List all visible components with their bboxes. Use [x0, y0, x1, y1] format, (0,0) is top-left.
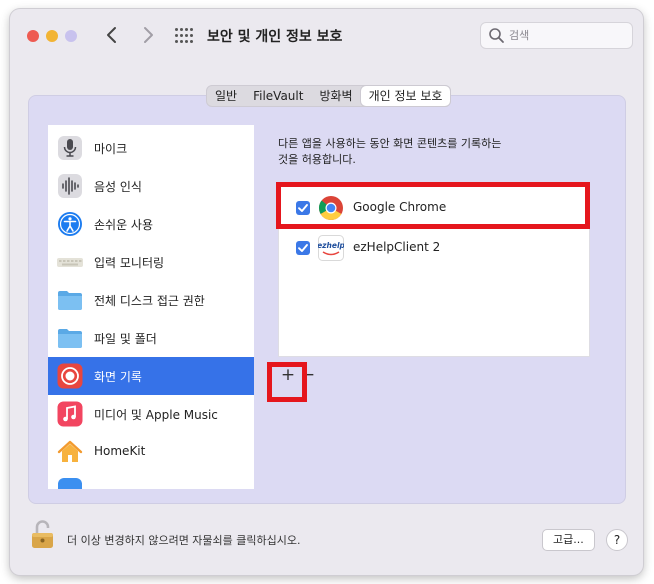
sidebar-item-label: HomeKit: [94, 444, 146, 458]
chevron-left-icon: [107, 27, 116, 43]
chrome-highlight-box: [276, 182, 590, 229]
sidebar-item-full-disk-access[interactable]: 전체 디스크 접근 권한: [48, 281, 254, 319]
unlocked-lock-icon[interactable]: [30, 518, 58, 550]
app-row-ezhelpclient[interactable]: ezhelp ezHelpClient 2: [279, 228, 589, 268]
lock-hint-text: 더 이상 변경하지 않으려면 자물쇠를 클릭하십시오.: [67, 534, 301, 547]
description-line: 것을 허용합니다.: [278, 153, 356, 166]
sidebar-item-label: 마이크: [94, 142, 128, 156]
sidebar-item-label: 손쉬운 사용: [94, 218, 154, 232]
search-icon: [489, 28, 504, 43]
advanced-button[interactable]: 고급...: [542, 529, 595, 551]
folder-icon: [58, 291, 82, 310]
accessibility-icon: [58, 212, 82, 236]
chevron-right-icon: [144, 27, 153, 43]
tab-privacy[interactable]: 개인 정보 보호: [360, 86, 451, 106]
zoom-window-button[interactable]: [65, 30, 77, 42]
tab-filevault[interactable]: FileVault: [245, 86, 311, 106]
sidebar-item-homekit[interactable]: HomeKit: [48, 433, 254, 471]
sidebar-item-files-and-folders[interactable]: 파일 및 폴더: [48, 319, 254, 357]
tab-bar: 일반 FileVault 방화벽 개인 정보 보호: [206, 85, 452, 107]
minimize-window-button[interactable]: [46, 30, 58, 42]
sidebar-item-accessibility[interactable]: 손쉬운 사용: [48, 205, 254, 243]
sidebar-item-partial[interactable]: [48, 471, 254, 489]
title-bar: 보안 및 개인 정보 보호: [10, 9, 643, 65]
ezhelpclient-checkbox[interactable]: [296, 241, 310, 255]
sidebar-item-microphone[interactable]: 마이크: [48, 129, 254, 167]
sidebar-item-screen-recording[interactable]: 화면 기록: [48, 357, 254, 395]
forward-button[interactable]: [138, 24, 158, 46]
window-title: 보안 및 개인 정보 보호: [207, 29, 343, 45]
search-input[interactable]: [509, 26, 627, 45]
microphone-icon: [58, 136, 82, 160]
sidebar-item-label: 파일 및 폴더: [94, 332, 157, 346]
tab-firewall[interactable]: 방화벽: [311, 86, 360, 106]
privacy-category-list[interactable]: 마이크 음성 인식 손쉬운 사용 입력 모니터링 전체 디스크 접근 권한 파일…: [48, 125, 254, 489]
search-field[interactable]: [480, 22, 633, 49]
checkmark-icon: [298, 244, 308, 252]
ezhelp-icon: ezhelp: [318, 235, 344, 261]
sidebar-item-input-monitoring[interactable]: 입력 모니터링: [48, 243, 254, 281]
folder-icon: [58, 329, 82, 348]
sidebar-item-label: 전체 디스크 접근 권한: [94, 294, 205, 308]
keyboard-icon: [57, 258, 83, 267]
sidebar-item-label: 입력 모니터링: [94, 256, 165, 270]
sidebar-item-label: 음성 인식: [94, 180, 142, 194]
tab-general[interactable]: 일반: [207, 86, 245, 106]
home-icon: [57, 440, 83, 462]
sidebar-item-media-apple-music[interactable]: 미디어 및 Apple Music: [48, 395, 254, 433]
sidebar-item-label: 화면 기록: [94, 370, 142, 384]
app-name: ezHelpClient 2: [353, 240, 441, 254]
screen-record-icon: [57, 363, 83, 389]
back-button[interactable]: [102, 24, 122, 46]
help-button[interactable]: ?: [606, 529, 628, 551]
close-window-button[interactable]: [27, 30, 39, 42]
show-all-button[interactable]: [175, 28, 193, 44]
add-button-highlight-box: [267, 362, 307, 402]
music-icon: [57, 401, 83, 427]
ezhelp-logo-text: ezhelp: [318, 241, 344, 250]
sidebar-item-speech-recognition[interactable]: 음성 인식: [48, 167, 254, 205]
description-line: 다른 앱을 사용하는 동안 화면 콘텐츠를 기록하는: [278, 137, 502, 150]
sidebar-item-label: 미디어 및 Apple Music: [94, 408, 218, 422]
app-icon: [58, 478, 82, 489]
system-preferences-window: 보안 및 개인 정보 보호 일반 FileVault 방화벽 개인 정보 보호 …: [10, 9, 643, 575]
waveform-icon: [58, 174, 82, 198]
screen-recording-description: 다른 앱을 사용하는 동안 화면 콘텐츠를 기록하는 것을 허용합니다.: [278, 136, 538, 168]
